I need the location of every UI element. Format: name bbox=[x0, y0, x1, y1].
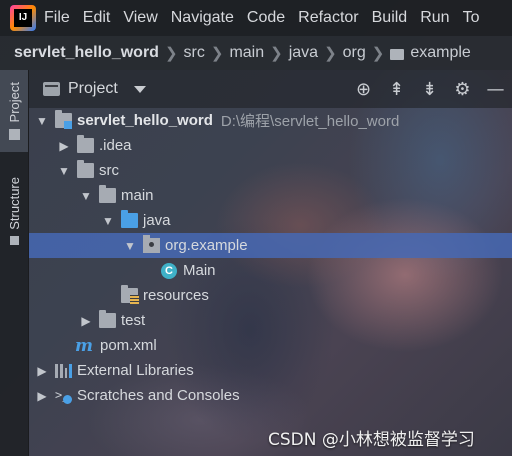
project-path: D:\编程\servlet_hello_word bbox=[220, 113, 400, 130]
target-icon[interactable]: ⊕ bbox=[347, 70, 380, 108]
panel-toolbar: ⊕ ⇞ ⇟ ⚙ — bbox=[347, 70, 512, 108]
resources-folder-icon bbox=[121, 285, 139, 304]
minimize-icon[interactable]: — bbox=[479, 70, 512, 108]
chevron-right-icon: ❯ bbox=[164, 45, 178, 62]
chevron-down-icon[interactable]: ▼ bbox=[123, 239, 137, 253]
tree-label: External Libraries bbox=[77, 362, 194, 379]
menu-code[interactable]: Code bbox=[247, 9, 285, 27]
source-folder-icon bbox=[121, 210, 138, 228]
breadcrumb-org[interactable]: org bbox=[343, 44, 366, 62]
chevron-down-icon[interactable]: ▼ bbox=[101, 214, 115, 228]
project-panel-header: Project ⊕ ⇞ ⇟ ⚙ — bbox=[29, 70, 512, 108]
structure-icon bbox=[9, 235, 19, 245]
project-view-icon bbox=[43, 82, 60, 96]
tree-label: pom.xml bbox=[100, 337, 157, 354]
tree-label: .idea bbox=[99, 137, 132, 154]
menu-navigate[interactable]: Navigate bbox=[171, 9, 234, 27]
panel-title[interactable]: Project bbox=[68, 80, 118, 98]
structure-tool-tab[interactable]: Structure bbox=[0, 166, 28, 256]
project-tool-tab[interactable]: Project bbox=[0, 70, 28, 152]
menu-refactor[interactable]: Refactor bbox=[298, 9, 358, 27]
chevron-right-icon: ❯ bbox=[210, 45, 224, 62]
tree-label: servlet_hello_word bbox=[77, 112, 213, 129]
folder-icon bbox=[99, 185, 116, 203]
breadcrumb-src[interactable]: src bbox=[184, 44, 205, 62]
tree-row-java[interactable]: ▼ java bbox=[29, 208, 512, 233]
csdn-watermark: CSDN @小林想被监督学习 bbox=[268, 430, 475, 450]
chevron-right-icon: ❯ bbox=[270, 45, 283, 62]
chevron-down-icon[interactable]: ▼ bbox=[79, 189, 93, 203]
folder-icon bbox=[99, 310, 116, 328]
chevron-right-icon[interactable]: ▶ bbox=[35, 389, 49, 403]
folder-icon bbox=[8, 128, 20, 140]
tree-label: Scratches and Consoles bbox=[77, 387, 240, 404]
breadcrumb-main[interactable]: main bbox=[229, 44, 264, 62]
tree-label: src bbox=[99, 162, 119, 179]
chevron-right-icon: ❯ bbox=[324, 45, 337, 62]
tree-label: org.example bbox=[165, 237, 248, 254]
tree-label: test bbox=[121, 312, 146, 329]
chevron-right-icon[interactable]: ▶ bbox=[57, 139, 71, 153]
tree-row-resources[interactable]: resources bbox=[29, 283, 512, 308]
tree-label: resources bbox=[143, 287, 209, 304]
scratches-icon: >_ bbox=[55, 388, 72, 404]
tree-row-scratches[interactable]: ▶ >_ Scratches and Consoles bbox=[29, 383, 512, 408]
libraries-icon bbox=[55, 363, 72, 378]
menu-tools[interactable]: To bbox=[463, 9, 480, 27]
tree-row-src[interactable]: ▼ src bbox=[29, 158, 512, 183]
intellij-logo-icon: IJ bbox=[10, 5, 36, 31]
chevron-down-icon[interactable]: ▼ bbox=[57, 164, 71, 178]
chevron-down-icon[interactable]: ▼ bbox=[35, 114, 49, 128]
module-folder-icon bbox=[55, 110, 72, 129]
tree-label: java bbox=[143, 212, 171, 229]
tree-row-pom[interactable]: m pom.xml bbox=[29, 333, 512, 358]
tree-row-idea[interactable]: ▶ .idea bbox=[29, 133, 512, 158]
menu-view[interactable]: View bbox=[123, 9, 157, 27]
folder-icon bbox=[77, 135, 94, 153]
structure-tab-label: Structure bbox=[6, 177, 22, 230]
package-icon bbox=[143, 235, 160, 253]
breadcrumb: servlet_hello_word ❯ src ❯ main ❯ java ❯… bbox=[0, 36, 512, 70]
tree-label: main bbox=[121, 187, 154, 204]
tree-row-test[interactable]: ▶ test bbox=[29, 308, 512, 333]
breadcrumb-example[interactable]: example bbox=[410, 44, 470, 62]
menu-bar: IJ File Edit View Navigate Code Refactor… bbox=[0, 0, 512, 36]
tree-row-main-class[interactable]: C Main bbox=[29, 258, 512, 283]
breadcrumb-project[interactable]: servlet_hello_word bbox=[14, 44, 159, 62]
gear-icon[interactable]: ⚙ bbox=[446, 70, 479, 108]
breadcrumb-java[interactable]: java bbox=[289, 44, 318, 62]
logo-text: IJ bbox=[14, 9, 32, 27]
maven-icon: m bbox=[75, 335, 93, 356]
chevron-right-icon[interactable]: ▶ bbox=[35, 364, 49, 378]
collapse-all-icon[interactable]: ⇟ bbox=[413, 70, 446, 108]
package-icon bbox=[390, 48, 405, 60]
tool-window-stripe: Project Structure bbox=[0, 70, 29, 456]
java-class-icon: C bbox=[161, 262, 177, 279]
tree-row-project-root[interactable]: ▼ servlet_hello_word D:\编程\servlet_hello… bbox=[29, 108, 512, 133]
menu-file[interactable]: File bbox=[44, 9, 70, 27]
menu-run[interactable]: Run bbox=[420, 9, 449, 27]
menu-edit[interactable]: Edit bbox=[83, 9, 111, 27]
tree-row-main[interactable]: ▼ main bbox=[29, 183, 512, 208]
chevron-down-icon[interactable] bbox=[133, 85, 146, 93]
tree-row-org-example[interactable]: ▼ org.example bbox=[29, 233, 512, 258]
tree-label: Main bbox=[183, 262, 216, 279]
chevron-right-icon: ❯ bbox=[371, 45, 385, 62]
chevron-right-icon[interactable]: ▶ bbox=[79, 314, 93, 328]
project-tab-label: Project bbox=[6, 82, 22, 123]
expand-all-icon[interactable]: ⇞ bbox=[380, 70, 413, 108]
folder-icon bbox=[77, 160, 94, 178]
tree-row-external-libraries[interactable]: ▶ External Libraries bbox=[29, 358, 512, 383]
project-tree: ▼ servlet_hello_word D:\编程\servlet_hello… bbox=[29, 108, 512, 456]
menu-build[interactable]: Build bbox=[372, 9, 408, 27]
